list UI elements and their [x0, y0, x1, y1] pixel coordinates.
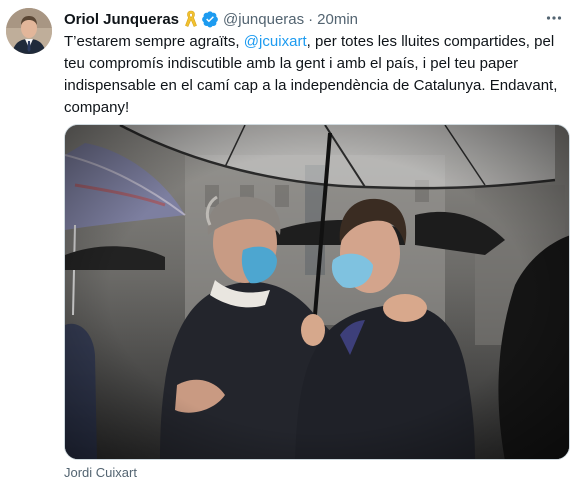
- separator: ·: [308, 10, 314, 28]
- tweet-header: Oriol Junqueras @junqueras · 20min: [64, 8, 564, 30]
- display-name[interactable]: Oriol Junqueras: [64, 11, 179, 28]
- tweet-photo[interactable]: [64, 124, 570, 460]
- avatar[interactable]: [6, 8, 52, 54]
- verified-badge-icon: [201, 10, 219, 28]
- more-options-icon[interactable]: [544, 8, 564, 28]
- handle[interactable]: @junqueras: [223, 11, 304, 28]
- tweet: Oriol Junqueras @junqueras · 20min T’est…: [0, 0, 574, 485]
- mention-link[interactable]: @jcuixart: [244, 33, 307, 50]
- tweet-text-part1: T’estarem sempre agraïts,: [64, 33, 244, 50]
- yellow-ribbon-icon: [184, 10, 198, 28]
- timestamp[interactable]: 20min: [317, 11, 358, 28]
- tagged-user[interactable]: Jordi Cuixart: [64, 465, 137, 480]
- tweet-text: T’estarem sempre agraïts, @jcuixart, per…: [64, 31, 564, 119]
